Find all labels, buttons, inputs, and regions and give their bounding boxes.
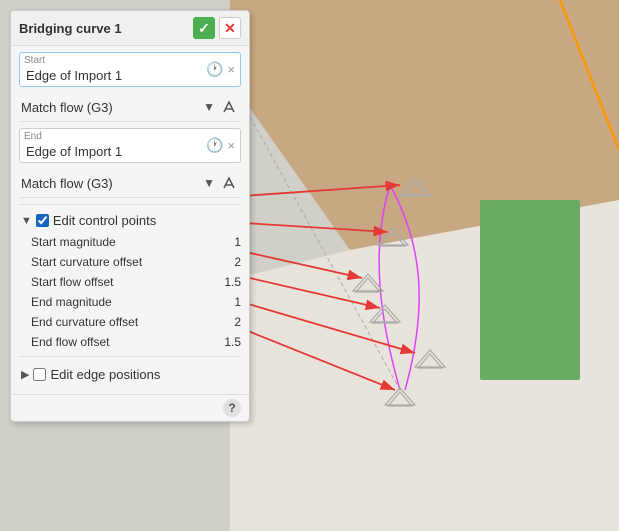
start-input[interactable] <box>24 67 204 84</box>
panel-header: Bridging curve 1 ✓ ✕ <box>11 11 249 46</box>
end-match-flow-action-icon[interactable] <box>219 173 239 193</box>
end-magnitude-value: 1 <box>211 295 241 309</box>
ee-expand-icon: ▶ <box>21 368 29 381</box>
param-row-start-magnitude: Start magnitude 1 <box>31 232 241 252</box>
ok-button[interactable]: ✓ <box>193 17 215 39</box>
divider-2 <box>19 356 241 357</box>
end-input-row[interactable]: End 🕐 × <box>19 128 241 163</box>
param-row-end-magnitude: End magnitude 1 <box>31 292 241 312</box>
panel-title: Bridging curve 1 <box>19 21 122 36</box>
start-flow-label: Start flow offset <box>31 275 211 289</box>
param-row-end-flow: End flow offset 1.5 <box>31 332 241 352</box>
start-flow-value: 1.5 <box>211 275 241 289</box>
cp-label: Edit control points <box>53 213 156 228</box>
end-flow-value: 1.5 <box>211 335 241 349</box>
end-magnitude-label: End magnitude <box>31 295 211 309</box>
ee-label: Edit edge positions <box>50 367 160 382</box>
start-curvature-value: 2 <box>211 255 241 269</box>
end-flow-label: End flow offset <box>31 335 211 349</box>
end-curvature-label: End curvature offset <box>31 315 211 329</box>
start-match-flow-label: Match flow (G3) <box>21 100 203 115</box>
start-label: Start <box>24 55 204 66</box>
param-row-end-curvature: End curvature offset 2 <box>31 312 241 332</box>
start-magnitude-value: 1 <box>211 235 241 249</box>
end-label: End <box>24 131 204 142</box>
divider-1 <box>19 204 241 205</box>
param-row-start-flow: Start flow offset 1.5 <box>31 272 241 292</box>
panel-footer: ? <box>11 394 249 421</box>
cancel-button[interactable]: ✕ <box>219 17 241 39</box>
panel-header-buttons: ✓ ✕ <box>193 17 241 39</box>
start-clear-icon[interactable]: × <box>225 62 237 77</box>
start-match-flow-action-icon[interactable] <box>219 97 239 117</box>
end-clear-icon[interactable]: × <box>225 138 237 153</box>
edit-edge-positions-row[interactable]: ▶ Edit edge positions <box>19 361 241 388</box>
start-magnitude-label: Start magnitude <box>31 235 211 249</box>
help-icon[interactable]: ? <box>223 399 241 417</box>
start-match-flow-dropdown-icon: ▼ <box>203 100 215 114</box>
cp-checkbox[interactable] <box>36 214 49 227</box>
end-field-group: End 🕐 × <box>19 128 241 163</box>
end-clock-icon[interactable]: 🕐 <box>204 137 225 154</box>
ee-checkbox[interactable] <box>33 368 46 381</box>
start-field-group: Start 🕐 × <box>19 52 241 87</box>
start-input-row[interactable]: Start 🕐 × <box>19 52 241 87</box>
end-match-flow-dropdown-icon: ▼ <box>203 176 215 190</box>
control-points-body: Start magnitude 1 Start curvature offset… <box>19 232 241 352</box>
edit-control-points-header[interactable]: ▼ Edit control points <box>19 209 241 232</box>
param-row-start-curvature: Start curvature offset 2 <box>31 252 241 272</box>
start-clock-icon[interactable]: 🕐 <box>204 61 225 78</box>
bridging-curve-panel: Bridging curve 1 ✓ ✕ Start 🕐 × Match flo… <box>10 10 250 422</box>
panel-body: Start 🕐 × Match flow (G3) ▼ End <box>11 46 249 394</box>
end-match-flow-row[interactable]: Match flow (G3) ▼ <box>19 169 241 198</box>
end-curvature-value: 2 <box>211 315 241 329</box>
start-curvature-label: Start curvature offset <box>31 255 211 269</box>
cp-expand-icon: ▼ <box>21 215 32 227</box>
end-match-flow-label: Match flow (G3) <box>21 176 203 191</box>
end-input[interactable] <box>24 143 204 160</box>
start-match-flow-row[interactable]: Match flow (G3) ▼ <box>19 93 241 122</box>
